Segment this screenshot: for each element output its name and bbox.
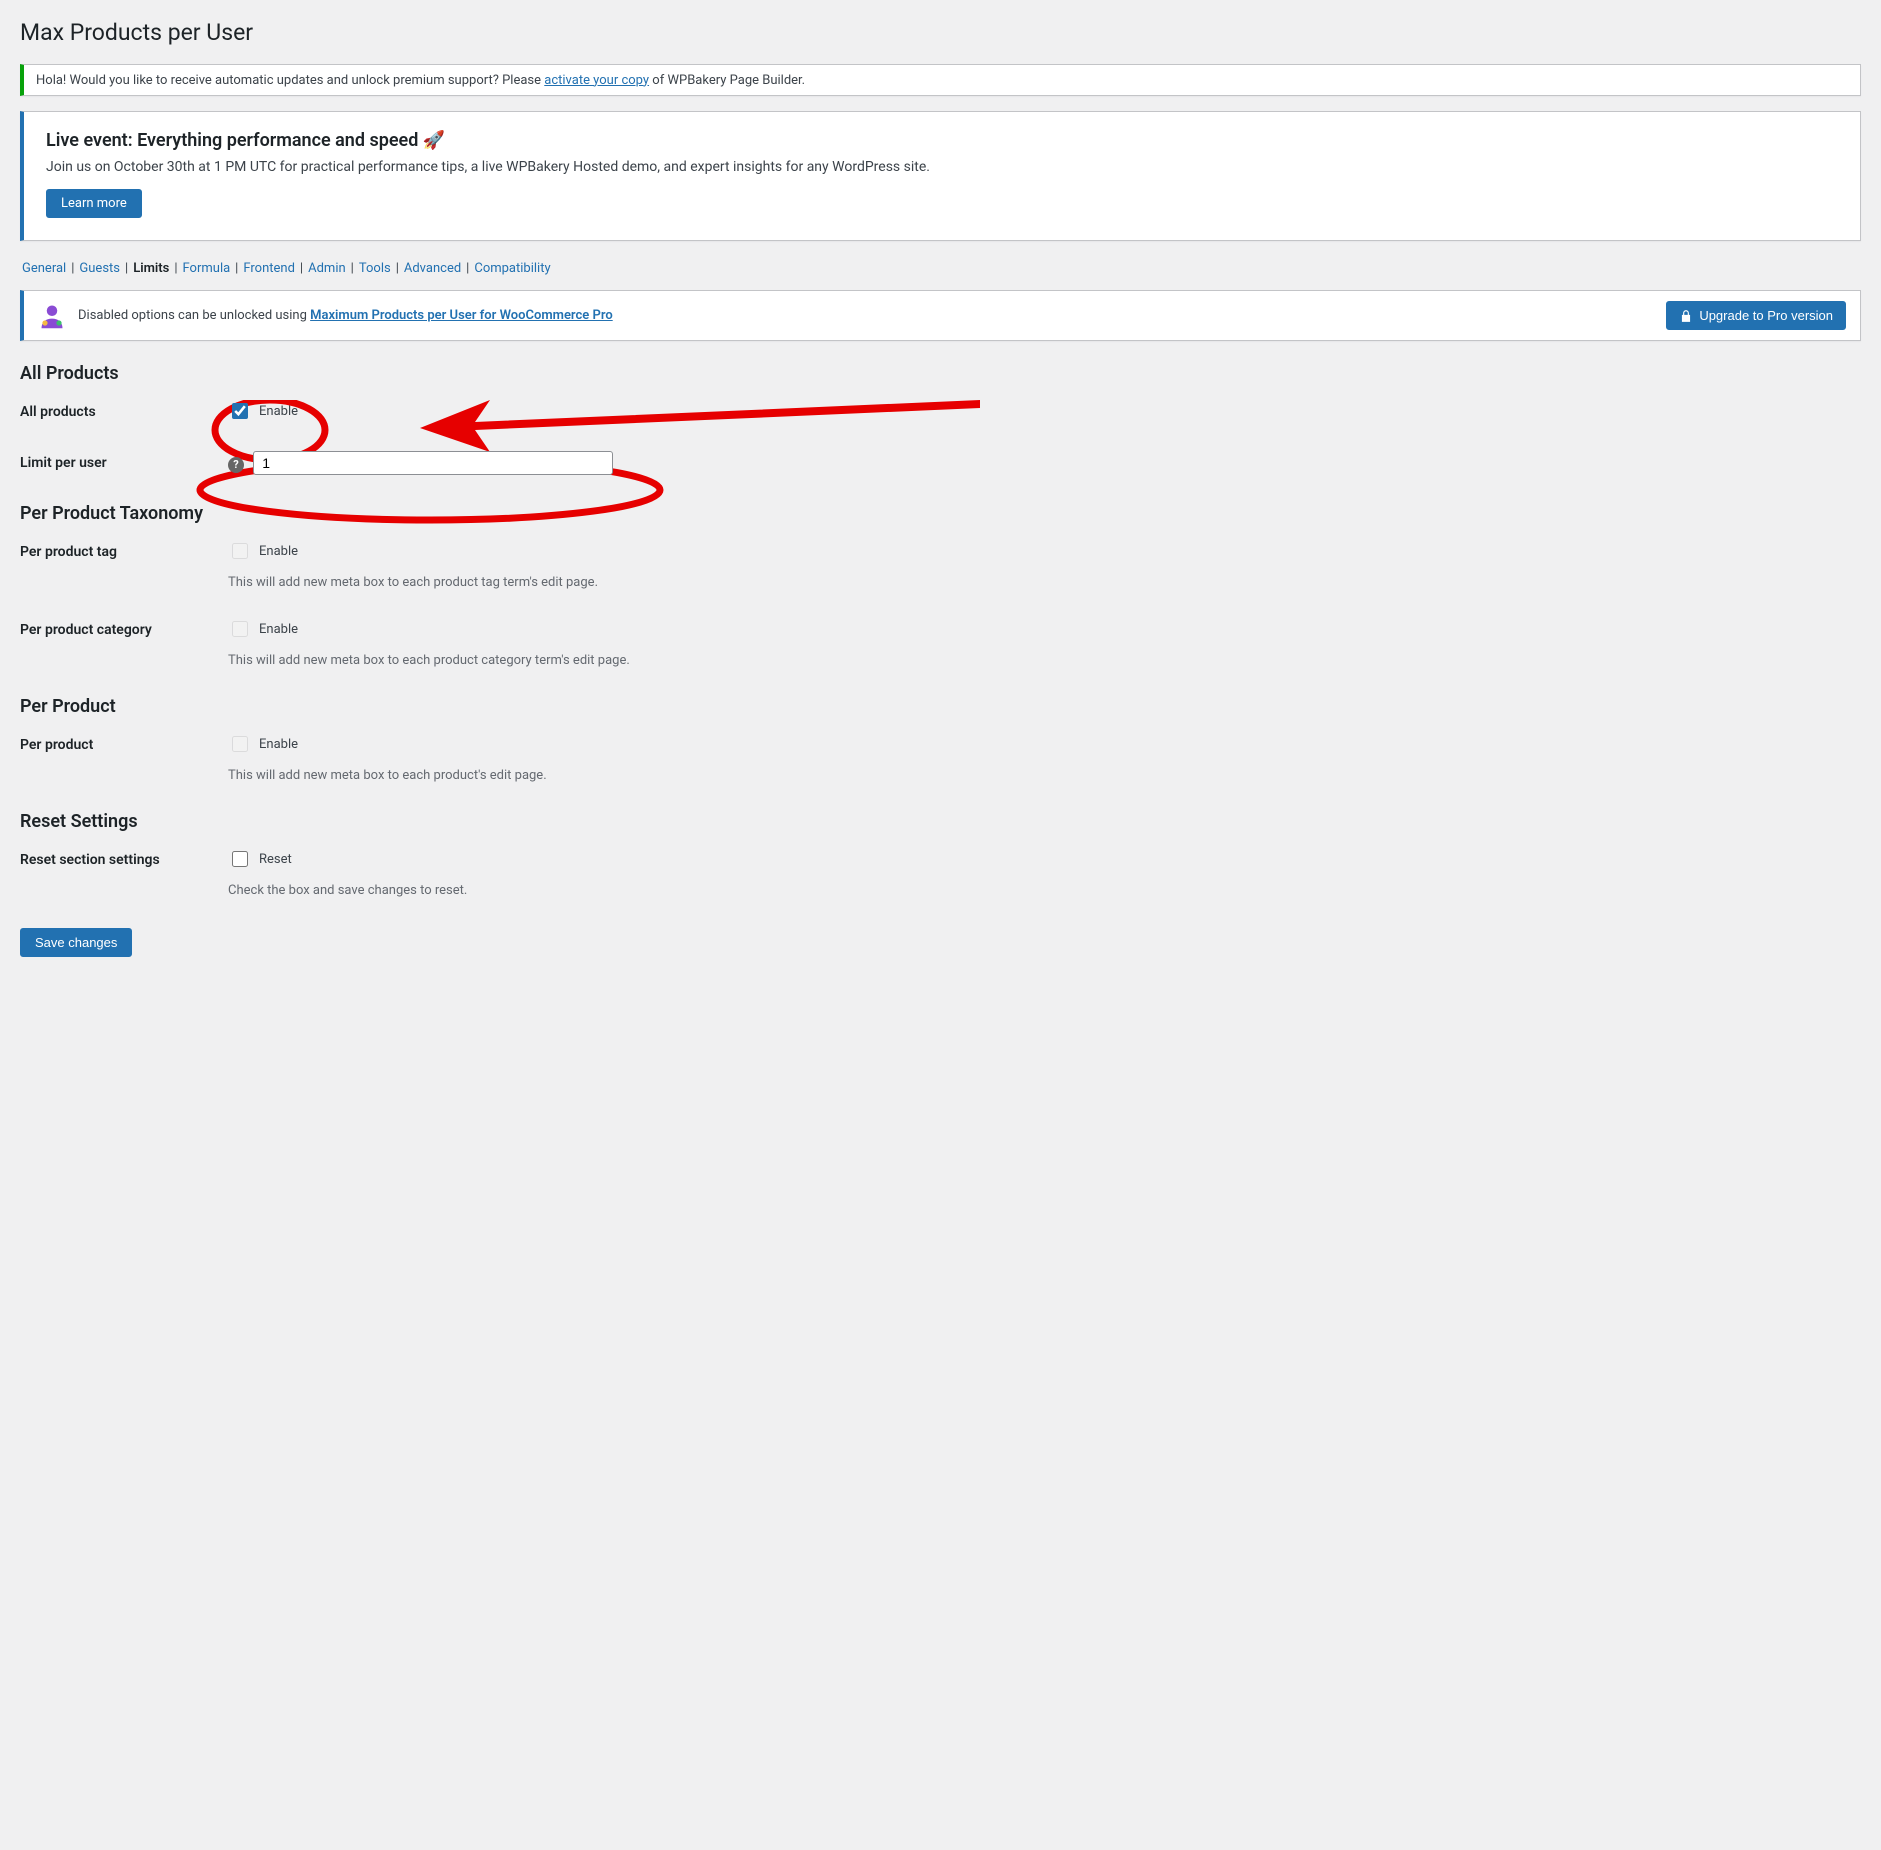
desc-per-tag: This will add new meta box to each produ… <box>228 575 1861 590</box>
pro-link[interactable]: Maximum Products per User for WooCommerc… <box>310 308 613 323</box>
nav-tab-general[interactable]: General <box>20 261 68 276</box>
activation-notice: Hola! Would you like to receive automati… <box>20 64 1861 96</box>
save-button[interactable]: Save changes <box>20 928 132 957</box>
upgrade-button[interactable]: Upgrade to Pro version <box>1666 301 1846 330</box>
person-icon <box>38 302 66 330</box>
enable-per-category-text: Enable <box>259 622 298 637</box>
nav-tab-guests[interactable]: Guests <box>77 261 122 276</box>
label-per-product-category: Per product category <box>20 618 228 638</box>
limit-per-user-input[interactable] <box>253 451 613 475</box>
nav-tab-admin[interactable]: Admin <box>306 261 348 276</box>
section-heading-taxonomy: Per Product Taxonomy <box>20 503 1861 524</box>
label-reset: Reset section settings <box>20 848 228 868</box>
learn-more-button[interactable]: Learn more <box>46 189 142 218</box>
nav-tab-formula[interactable]: Formula <box>181 261 233 276</box>
row-per-product-category: Per product category Enable This will ad… <box>20 618 1861 668</box>
enable-all-products-checkbox[interactable] <box>232 403 248 419</box>
activation-notice-suffix: of WPBakery Page Builder. <box>652 73 805 88</box>
nav-separator: | <box>297 261 306 276</box>
row-all-products: All products Enable <box>20 400 1861 423</box>
section-heading-per-product: Per Product <box>20 696 1861 717</box>
enable-per-product-label[interactable]: Enable <box>228 733 298 755</box>
event-title: Live event: Everything performance and s… <box>46 130 1838 151</box>
label-limit-per-user: Limit per user <box>20 451 228 471</box>
lock-icon <box>1679 309 1693 323</box>
section-heading-all-products: All Products <box>20 363 1861 384</box>
desc-reset: Check the box and save changes to reset. <box>228 883 1861 898</box>
enable-per-product-checkbox <box>232 736 248 752</box>
nav-tab-compatibility[interactable]: Compatibility <box>472 261 552 276</box>
page-title: Max Products per User <box>20 10 1861 50</box>
pro-upsell-bar: Disabled options can be unlocked using M… <box>20 290 1861 341</box>
desc-per-category: This will add new meta box to each produ… <box>228 653 1861 668</box>
enable-per-category-label[interactable]: Enable <box>228 618 298 640</box>
help-icon[interactable]: ? <box>228 457 244 473</box>
nav-tab-limits[interactable]: Limits <box>131 261 171 276</box>
row-reset: Reset section settings Reset Check the b… <box>20 848 1861 898</box>
enable-all-products-label[interactable]: Enable <box>228 400 298 422</box>
upgrade-button-label: Upgrade to Pro version <box>1699 308 1833 323</box>
pro-text: Disabled options can be unlocked using <box>78 308 307 323</box>
nav-tab-tools[interactable]: Tools <box>357 261 393 276</box>
reset-text: Reset <box>259 852 292 867</box>
row-per-product-tag: Per product tag Enable This will add new… <box>20 540 1861 590</box>
enable-per-tag-text: Enable <box>259 544 298 559</box>
label-per-product: Per product <box>20 733 228 753</box>
enable-per-tag-checkbox <box>232 543 248 559</box>
label-per-product-tag: Per product tag <box>20 540 228 560</box>
activate-link[interactable]: activate your copy <box>544 73 649 88</box>
enable-per-category-checkbox <box>232 621 248 637</box>
event-body: Join us on October 30th at 1 PM UTC for … <box>46 159 1838 175</box>
section-heading-reset: Reset Settings <box>20 811 1861 832</box>
activation-notice-prefix: Hola! Would you like to receive automati… <box>36 73 541 88</box>
settings-subnav: General|Guests|Limits|Formula|Frontend|A… <box>20 261 1861 276</box>
nav-separator: | <box>348 261 357 276</box>
nav-separator: | <box>122 261 131 276</box>
enable-per-tag-label[interactable]: Enable <box>228 540 298 562</box>
nav-separator: | <box>171 261 180 276</box>
reset-checkbox[interactable] <box>232 851 248 867</box>
row-limit-per-user: Limit per user ? <box>20 451 1861 475</box>
desc-per-product: This will add new meta box to each produ… <box>228 768 1861 783</box>
nav-separator: | <box>463 261 472 276</box>
nav-separator: | <box>232 261 241 276</box>
label-all-products: All products <box>20 400 228 420</box>
row-per-product: Per product Enable This will add new met… <box>20 733 1861 783</box>
enable-all-products-text: Enable <box>259 404 298 419</box>
enable-per-product-text: Enable <box>259 737 298 752</box>
nav-tab-frontend[interactable]: Frontend <box>241 261 297 276</box>
nav-separator: | <box>393 261 402 276</box>
event-notice: Live event: Everything performance and s… <box>20 111 1861 241</box>
reset-label[interactable]: Reset <box>228 848 292 870</box>
nav-tab-advanced[interactable]: Advanced <box>402 261 463 276</box>
